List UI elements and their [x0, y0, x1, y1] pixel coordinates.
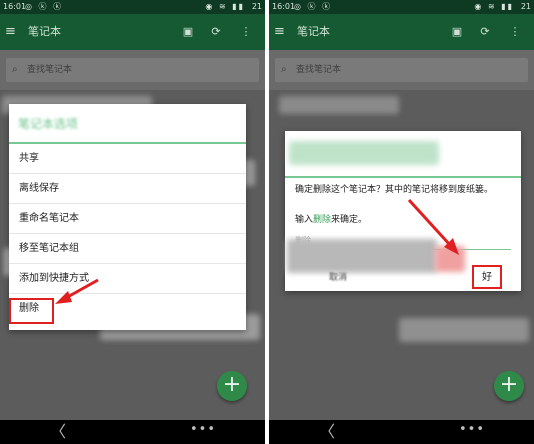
more-dots-icon[interactable]: ••• [190, 420, 216, 440]
navigation-bar: 〈 ••• [0, 420, 265, 444]
add-notebook-fab[interactable]: + [494, 371, 524, 401]
annotation-arrow-icon [407, 198, 459, 255]
phone-screen-left: 16:01 ◎ ⓚ ⓚ ◉ ≋ ▮▮ 21 ≡ 笔记本 ▣ ⟳ ⋮ ⌕ 查找笔记… [0, 0, 265, 444]
more-dots-icon[interactable]: ••• [459, 420, 485, 440]
add-notebook-fab[interactable]: + [217, 371, 247, 401]
back-icon[interactable]: 〈 [50, 422, 66, 442]
navigation-bar: 〈 ••• [269, 420, 534, 444]
phone-screen-right: 16:01 ◎ ⓚ ⓚ ◉ ≋ ▮▮ 21 ≡ 笔记本 ▣ ⟳ ⋮ ⌕ 查找笔记… [269, 0, 534, 444]
back-icon[interactable]: 〈 [319, 422, 335, 442]
